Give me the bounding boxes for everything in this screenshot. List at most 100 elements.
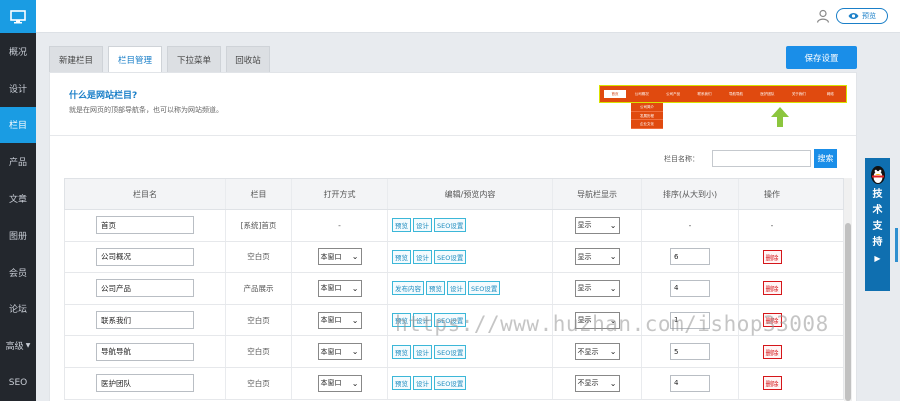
scrollbar-thumb[interactable] xyxy=(845,223,851,401)
monitor-icon[interactable] xyxy=(0,0,36,33)
nav-display-select[interactable]: 显示 ⌄ xyxy=(574,279,620,297)
open-mode-select[interactable]: 本窗口 ⌄ xyxy=(317,311,362,329)
column-name-input[interactable]: 联系我们 xyxy=(96,311,194,330)
sidebar-item-members[interactable]: 会员 xyxy=(0,254,36,291)
open-mode-select[interactable]: 本窗口 ⌄ xyxy=(317,279,362,297)
preview-row-button[interactable]: 预览 xyxy=(392,344,411,359)
sidebar-item-articles[interactable]: 文章 xyxy=(0,180,36,217)
open-mode-cell: 本窗口 ⌄ xyxy=(292,241,388,273)
preview-row-button[interactable]: 预览 xyxy=(392,218,411,233)
info-title: 什么是网站栏目? xyxy=(69,91,138,101)
sort-input[interactable]: 5 xyxy=(670,343,710,361)
name-cell: 公司产品 xyxy=(65,273,226,304)
eye-icon xyxy=(848,13,859,19)
table-row: 公司产品 产品展示 本窗口 ⌄ 发布内容 预览 设计 SEO设置 显示 ⌄ 4 删除 xyxy=(64,273,844,305)
design-row-button[interactable]: 设计 xyxy=(447,281,466,296)
vertical-scrollbar[interactable] xyxy=(844,178,852,401)
chevron-down-icon: ⌄ xyxy=(351,378,359,388)
open-mode-value: 本窗口 xyxy=(320,284,342,293)
search-input[interactable] xyxy=(712,150,811,167)
seo-settings-button[interactable]: SEO设置 xyxy=(434,344,467,359)
preview-row-button[interactable]: 预览 xyxy=(392,249,411,264)
tab-recycle-bin[interactable]: 回收站 xyxy=(226,46,270,72)
column-header: 操作 xyxy=(764,189,780,199)
sidebar-item-design[interactable]: 设计 xyxy=(0,70,36,107)
table-row: 医护团队 空白页 本窗口 ⌄ 预览 设计 SEO设置 不显示 ⌄ 4 删除 xyxy=(64,367,844,400)
table-row: 首页 [系统]首页 - 预览 设计 SEO设置 显示 ⌄ - - xyxy=(64,210,844,242)
seo-settings-button[interactable]: SEO设置 xyxy=(434,218,467,233)
delete-button[interactable]: 删除 xyxy=(762,376,782,391)
open-mode-cell: - xyxy=(292,210,388,241)
illus-nav-item: 医护团队 xyxy=(760,91,775,96)
nav-display-value: 显示 xyxy=(577,252,592,261)
design-row-button[interactable]: 设计 xyxy=(413,249,432,264)
sidebar-item-products[interactable]: 产品 xyxy=(0,143,36,180)
tab-new-column[interactable]: 新建栏目 xyxy=(49,46,103,72)
column-name-input[interactable]: 导航导航 xyxy=(96,342,194,361)
open-mode-select[interactable]: 本窗口 ⌄ xyxy=(317,248,362,266)
sidebar-item-forum[interactable]: 论坛 xyxy=(0,291,36,328)
nav-display-select[interactable]: 不显示 ⌄ xyxy=(574,374,620,392)
sidebar-item-label: 栏目 xyxy=(8,121,27,132)
illus-nav-item: 公司概况 xyxy=(634,91,649,96)
delete-button[interactable]: 删除 xyxy=(762,344,782,359)
column-header: 编辑/预览内容 xyxy=(388,179,553,209)
search-button-label: 搜索 xyxy=(817,154,834,163)
sidebar-item-advanced[interactable]: 高级 ▼ xyxy=(0,327,36,364)
delete-button[interactable]: 删除 xyxy=(762,249,782,264)
preview-row-button[interactable]: 预览 xyxy=(426,281,445,296)
nav-display-cell: 不显示 ⌄ xyxy=(553,336,642,367)
nav-display-select[interactable]: 显示 ⌄ xyxy=(574,248,620,266)
column-name-input[interactable]: 首页 xyxy=(96,216,194,235)
search-label: 栏目名称： xyxy=(664,155,699,163)
illus-dropdown-item: 公司简介 xyxy=(631,103,663,112)
design-row-button[interactable]: 设计 xyxy=(413,344,432,359)
nav-display-select[interactable]: 显示 ⌄ xyxy=(574,216,620,234)
tab-dropdown-menu[interactable]: 下拉菜单 xyxy=(167,46,221,72)
delete-button[interactable]: 删除 xyxy=(762,281,782,296)
tech-support-widget[interactable]: 技术支持 ▶ xyxy=(865,158,890,291)
chevron-down-icon: ⌄ xyxy=(609,283,617,293)
sidebar-item-label: SEO xyxy=(8,377,28,388)
sidebar-item-label: 概况 xyxy=(8,47,27,58)
sidebar-item-albums[interactable]: 图册 xyxy=(0,217,36,254)
column-header: 排序(从大到小) xyxy=(642,179,739,209)
sidebar-item-columns[interactable]: 栏目 xyxy=(0,106,36,144)
sidebar-item-seo[interactable]: SEO xyxy=(0,364,36,401)
search-button[interactable]: 搜索 xyxy=(814,149,837,168)
column-name-input[interactable]: 公司概况 xyxy=(96,247,194,266)
illus-dropdown-item: 发展历程 xyxy=(631,112,663,120)
preview-row-button[interactable]: 预览 xyxy=(392,376,411,391)
sort-input[interactable]: 4 xyxy=(670,279,710,297)
preview-button[interactable]: 预览 xyxy=(836,8,888,24)
seo-settings-button[interactable]: SEO设置 xyxy=(434,376,467,391)
column-name-input[interactable]: 医护团队 xyxy=(96,374,194,393)
tab-column-manage[interactable]: 栏目管理 xyxy=(108,46,162,73)
user-icon[interactable] xyxy=(816,9,830,23)
column-name-input[interactable]: 公司产品 xyxy=(96,279,194,298)
open-mode-select[interactable]: 本窗口 ⌄ xyxy=(317,343,362,361)
design-row-button[interactable]: 设计 xyxy=(413,376,432,391)
sidebar-item-label: 会员 xyxy=(8,268,27,279)
nav-display-select[interactable]: 不显示 ⌄ xyxy=(574,343,620,361)
seo-settings-button[interactable]: SEO设置 xyxy=(434,249,467,264)
name-cell: 首页 xyxy=(65,210,226,241)
edit-cell: 预览 设计 SEO设置 xyxy=(388,241,553,273)
sidebar-item-overview[interactable]: 概况 xyxy=(0,33,36,70)
top-bar: 预览 xyxy=(36,0,900,33)
save-settings-button[interactable]: 保存设置 xyxy=(786,46,857,69)
chevron-down-icon: ⌄ xyxy=(609,347,617,357)
design-row-button[interactable]: 设计 xyxy=(413,218,432,233)
nav-display-cell: 显示 ⌄ xyxy=(553,241,642,273)
illus-nav-item: 联系我们 xyxy=(697,91,712,96)
open-mode-cell: 本窗口 ⌄ xyxy=(292,273,388,304)
nav-display-value: 显示 xyxy=(577,221,592,230)
sort-cell: 6 xyxy=(642,241,739,273)
seo-settings-button[interactable]: SEO设置 xyxy=(468,281,501,296)
open-mode-select[interactable]: 本窗口 ⌄ xyxy=(317,374,362,392)
op-cell: 删除 xyxy=(739,368,805,399)
publish-content-button[interactable]: 发布内容 xyxy=(392,281,424,296)
sort-input[interactable]: 6 xyxy=(670,248,710,266)
qq-penguin-icon xyxy=(870,166,885,184)
sort-input[interactable]: 4 xyxy=(670,374,710,392)
